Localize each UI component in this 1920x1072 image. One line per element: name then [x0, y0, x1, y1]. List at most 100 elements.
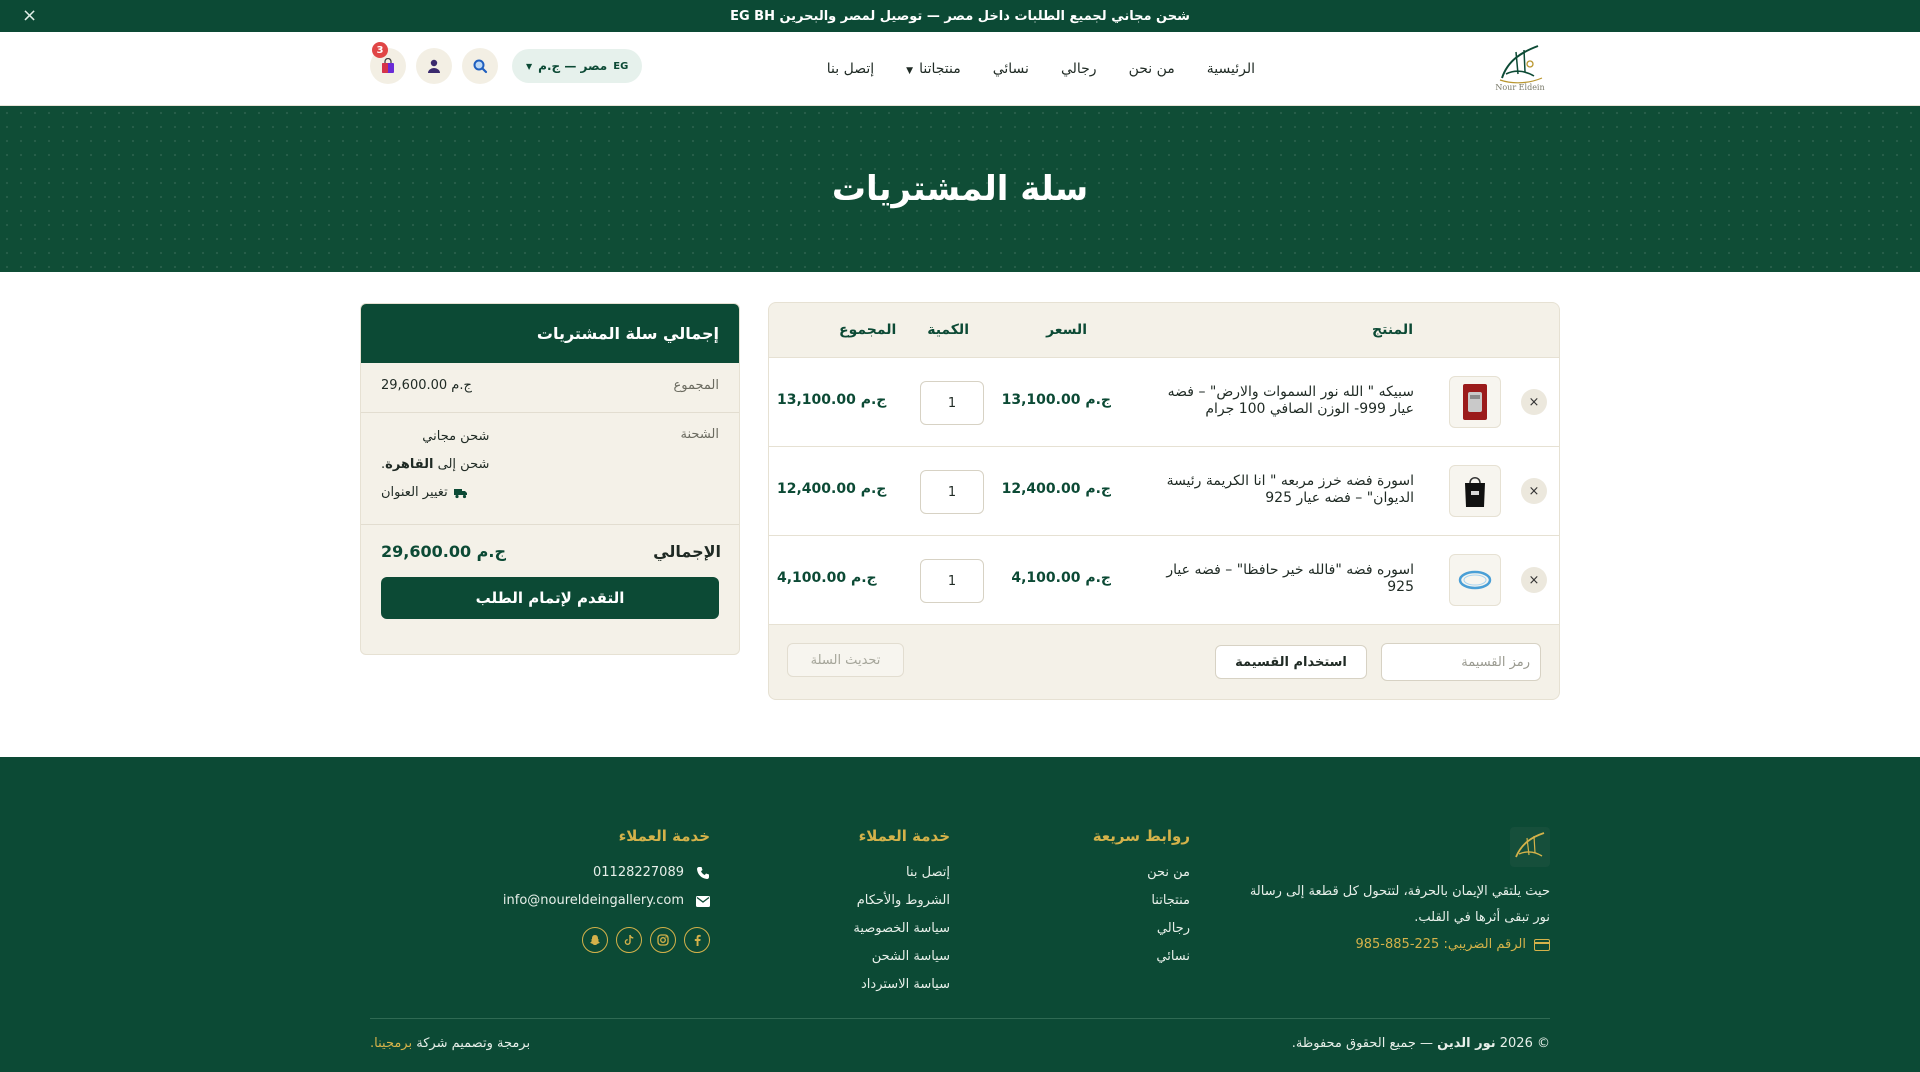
cart-button[interactable]: 3 — [370, 42, 406, 84]
phone-number: 01128227089 — [593, 865, 684, 880]
shipping-to-label: شحن إلى — [437, 457, 490, 472]
product-name[interactable]: اسورة فضه خرز مربعه " انا الكريمة رئيسة … — [1154, 473, 1414, 507]
product-price: 13,100.00 ج.م — [1001, 392, 1111, 408]
bracelet-box-image — [1465, 477, 1485, 507]
social-links — [503, 927, 710, 953]
copyright-year: © 2026 — [1499, 1036, 1550, 1051]
footer-divider — [370, 1018, 1550, 1019]
cart-totals: إجمالي سلة المشتريات المجموع 29,600.00 ج… — [360, 303, 740, 655]
remove-icon[interactable]: × — [1521, 478, 1547, 504]
site-footer: حيث يلتقي الإيمان بالحرفة، لتتحول كل قطع… — [0, 757, 1920, 1072]
announcement-bar: شحن مجاني لجميع الطلبات داخل مصر — توصيل… — [0, 0, 1920, 32]
quantity-input[interactable]: 1 — [920, 470, 984, 514]
footer-tax-number: الرقم الضريبي: 225-885-985 — [1355, 937, 1550, 952]
footer-copyright: © 2026 نور الدين — جميع الحقوق محفوظة. — [1292, 1036, 1550, 1051]
footer-link-women[interactable]: نسائي — [1093, 943, 1190, 971]
line-total: 12,400.00 ج.م — [777, 481, 887, 497]
footer-phone[interactable]: 01128227089 — [503, 859, 710, 887]
table-row: × اسوره فضه "فالله خير حافظا" – فضه عيار… — [769, 536, 1559, 625]
copyright-brand: نور الدين — [1437, 1036, 1496, 1051]
site-logo[interactable]: Nour Eldein — [1490, 40, 1550, 100]
shipping-details: شحن مجاني شحن إلى القاهرة. تغيير العنوان — [381, 423, 489, 507]
site-header: Nour Eldein الرئيسية من نحن رجالي نسائي … — [0, 32, 1920, 106]
nav-products[interactable]: منتجاتنا ▼ — [906, 61, 961, 77]
footer-link-contact[interactable]: إتصل بنا — [853, 859, 950, 887]
checkout-button[interactable]: التقدم لإتمام الطلب — [381, 577, 719, 619]
user-icon — [428, 59, 440, 73]
tax-number-text: الرقم الضريبي: 225-885-985 — [1355, 937, 1526, 952]
footer-email[interactable]: info@noureldeingallery.com — [503, 887, 710, 915]
contact-title: خدمة العملاء — [618, 827, 710, 845]
product-name[interactable]: سبيكه " الله نور السموات والارض" – فضه ع… — [1154, 384, 1414, 418]
mail-icon — [696, 895, 710, 907]
apply-coupon-button[interactable]: استخدام القسيمة — [1215, 645, 1367, 679]
quick-links-title: روابط سريعة — [1092, 827, 1190, 845]
tiktok-icon[interactable] — [616, 927, 642, 953]
search-button[interactable] — [462, 48, 498, 84]
copyright-text: — جميع الحقوق محفوظة. — [1291, 1036, 1434, 1051]
quantity-input[interactable]: 1 — [920, 381, 984, 425]
nav-about[interactable]: من نحن — [1129, 61, 1175, 77]
column-price: السعر — [1046, 322, 1087, 338]
footer-link-products[interactable]: منتجاتنا — [1093, 887, 1190, 915]
page-title: سلة المشتريات — [831, 169, 1089, 209]
footer-link-men[interactable]: رجالي — [1093, 915, 1190, 943]
remove-icon[interactable]: × — [1521, 389, 1547, 415]
nav-contact[interactable]: إتصل بنا — [827, 61, 874, 77]
shipping-row: الشحنة شحن مجاني شحن إلى القاهرة. تغيير … — [361, 413, 739, 525]
column-qty: الكمية — [927, 322, 969, 338]
shipping-label: الشحنة — [680, 427, 719, 442]
product-thumbnail[interactable] — [1449, 376, 1501, 428]
currency-selector[interactable]: EG مصر — ج.م ▼ — [512, 49, 643, 83]
currency-label: مصر — ج.م — [538, 59, 608, 73]
change-address-label: تغيير العنوان — [381, 485, 448, 500]
truck-icon — [453, 489, 467, 499]
footer-link-refund[interactable]: سياسة الاسترداد — [853, 971, 950, 999]
nav-products-label: منتجاتنا — [919, 61, 961, 77]
cart-totals-title: إجمالي سلة المشتريات — [361, 304, 739, 363]
footer-link-terms[interactable]: الشروط والأحكام — [853, 887, 950, 915]
shipping-method: شحن مجاني — [422, 429, 490, 444]
change-address-link[interactable]: تغيير العنوان — [381, 479, 489, 507]
phone-icon — [697, 867, 709, 879]
product-thumbnail[interactable] — [1449, 554, 1501, 606]
currency-code: EG — [613, 60, 629, 72]
credit-company-link[interactable]: برمجينا. — [370, 1036, 412, 1051]
customer-service-title: خدمة العملاء — [858, 827, 950, 845]
quantity-input[interactable]: 1 — [920, 559, 984, 603]
instagram-icon[interactable] — [650, 927, 676, 953]
announcement-text: شحن مجاني لجميع الطلبات داخل مصر — توصيل… — [730, 8, 1190, 24]
update-cart-button[interactable]: تحديث السلة — [787, 643, 904, 677]
bracelet-image — [1458, 570, 1492, 590]
account-button[interactable] — [416, 48, 452, 84]
grand-total-value: 29,600.00 ج.م — [381, 542, 506, 561]
credit-text: برمجة وتصميم شركة — [416, 1036, 531, 1051]
footer-link-shipping[interactable]: سياسة الشحن — [853, 943, 950, 971]
subtotal-value: 29,600.00 ج.م — [381, 378, 472, 393]
silver-bar-image — [1463, 384, 1487, 420]
email-address: info@noureldeingallery.com — [502, 893, 684, 908]
customer-service-column: خدمة العملاء إتصل بنا الشروط والأحكام سي… — [853, 827, 950, 999]
chevron-down-icon: ▼ — [906, 66, 914, 76]
nav-men[interactable]: رجالي — [1061, 61, 1097, 77]
snapchat-icon[interactable] — [582, 927, 608, 953]
subtotal-label: المجموع — [673, 378, 719, 393]
logo-calligraphy-icon — [1499, 45, 1543, 84]
nav-home[interactable]: الرئيسية — [1207, 61, 1255, 77]
main-nav: الرئيسية من نحن رجالي نسائي منتجاتنا ▼ إت… — [827, 32, 1255, 106]
product-thumbnail[interactable] — [1449, 465, 1501, 517]
footer-link-privacy[interactable]: سياسة الخصوصية — [853, 915, 950, 943]
remove-icon[interactable]: × — [1521, 567, 1547, 593]
footer-logo-icon — [1510, 827, 1550, 867]
product-name[interactable]: اسوره فضه "فالله خير حافظا" – فضه عيار 9… — [1154, 562, 1414, 596]
shipping-city: القاهرة — [385, 457, 434, 472]
product-price: 4,100.00 ج.م — [1011, 570, 1111, 586]
page-hero: سلة المشتريات — [0, 106, 1920, 272]
cart-table: المنتج السعر الكمية المجموع × سبيكه " ال… — [768, 302, 1560, 700]
coupon-code-input[interactable]: رمز القسيمة — [1381, 643, 1541, 681]
facebook-icon[interactable] — [684, 927, 710, 953]
nav-women[interactable]: نسائي — [993, 61, 1029, 77]
footer-link-about[interactable]: من نحن — [1093, 859, 1190, 887]
cart-count-badge: 3 — [372, 42, 388, 58]
close-icon[interactable]: × — [22, 5, 37, 26]
